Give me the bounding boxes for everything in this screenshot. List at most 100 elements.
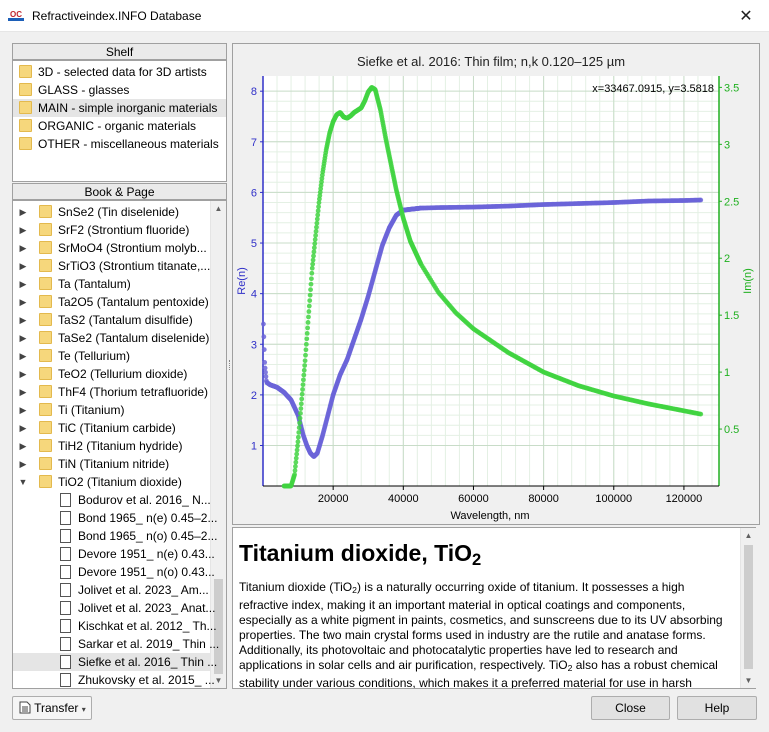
book-page-header: Book & Page xyxy=(12,183,227,200)
book-item[interactable]: ▶ Ti (Titanium) xyxy=(13,401,211,419)
book-item[interactable]: ▶ TiH2 (Titanium hydride) xyxy=(13,437,211,455)
transfer-button[interactable]: Transfer ▾ xyxy=(12,696,92,720)
book-item-label: ThF4 (Thorium tetrafluoride) xyxy=(58,385,209,399)
chevron-right-icon[interactable]: ▶ xyxy=(18,401,28,419)
document-icon xyxy=(60,601,71,615)
chevron-right-icon[interactable]: ▶ xyxy=(18,311,28,329)
chevron-right-icon[interactable]: ▶ xyxy=(18,365,28,383)
left-axis-label: Re(n) xyxy=(236,267,248,295)
splitter-grip[interactable] xyxy=(229,360,230,370)
data-point xyxy=(309,265,315,271)
page-item[interactable]: Bond 1965_ n(e) 0.45–2... xyxy=(13,509,217,527)
right-tick-label: 2 xyxy=(724,253,730,265)
book-item[interactable]: ▶ SrF2 (Strontium fluoride) xyxy=(13,221,211,239)
book-item[interactable]: ▶ Ta (Tantalum) xyxy=(13,275,211,293)
chevron-right-icon[interactable]: ▶ xyxy=(18,239,28,257)
data-point xyxy=(300,387,305,392)
page-item[interactable]: Devore 1951_ n(e) 0.43... xyxy=(13,545,215,563)
folder-icon xyxy=(39,385,52,398)
book-item[interactable]: ▶ SrTiO3 (Strontium titanate,... xyxy=(13,257,211,275)
scroll-up-icon[interactable]: ▲ xyxy=(741,528,756,543)
folder-icon xyxy=(39,331,52,344)
close-button[interactable]: Close xyxy=(591,696,670,720)
chevron-right-icon[interactable]: ▶ xyxy=(18,455,28,473)
scroll-down-icon[interactable]: ▼ xyxy=(741,673,756,688)
page-item[interactable]: Jolivet et al. 2023_ Am... xyxy=(13,581,211,599)
page-item[interactable]: Sarkar et al. 2019_ Thin ... xyxy=(13,635,219,653)
page-item[interactable]: Bodurov et al. 2016_ N... xyxy=(13,491,211,509)
book-item[interactable]: ▶ SrMoO4 (Strontium molyb... xyxy=(13,239,211,257)
folder-icon xyxy=(19,119,32,132)
data-point xyxy=(315,208,321,214)
book-item[interactable]: ▶ Ta2O5 (Tantalum pentoxide) xyxy=(13,293,211,311)
page-item-label: Jolivet et al. 2023_ Anat... xyxy=(78,601,216,615)
chevron-right-icon[interactable]: ▶ xyxy=(18,221,28,239)
folder-icon xyxy=(19,65,32,78)
book-item[interactable]: ▶ ThF4 (Thorium tetrafluoride) xyxy=(13,383,211,401)
shelf-item-label: GLASS - glasses xyxy=(38,83,130,97)
data-point xyxy=(301,372,307,378)
chevron-right-icon[interactable]: ▶ xyxy=(18,347,28,365)
book-item[interactable]: ▼ TiO2 (Titanium dioxide) xyxy=(13,473,211,491)
page-item[interactable]: Bond 1965_ n(o) 0.45–2... xyxy=(13,527,217,545)
book-item-label: TeO2 (Tellurium dioxide) xyxy=(58,367,188,381)
chevron-right-icon[interactable]: ▶ xyxy=(18,275,28,293)
chevron-right-icon[interactable]: ▶ xyxy=(18,329,28,347)
shelf-item[interactable]: GLASS - glasses xyxy=(13,81,226,99)
scrollbar-thumb[interactable] xyxy=(744,545,753,669)
left-tick-label: 8 xyxy=(251,86,257,98)
shelf-item-label: ORGANIC - organic materials xyxy=(38,119,197,133)
chevron-right-icon[interactable]: ▶ xyxy=(18,257,28,275)
page-item[interactable]: Zhukovsky et al. 2015_ ... xyxy=(13,671,215,688)
shelf-item[interactable]: 3D - selected data for 3D artists xyxy=(13,63,226,81)
book-item[interactable]: ▶ TaSe2 (Tantalum diselenide) xyxy=(13,329,211,347)
shelf-item[interactable]: ORGANIC - organic materials xyxy=(13,117,226,135)
data-point xyxy=(297,415,303,421)
data-point xyxy=(308,281,314,287)
description-scrollbar[interactable]: ▲ ▼ xyxy=(740,528,756,688)
left-tick-label: 7 xyxy=(251,137,257,149)
page-item[interactable]: Siefke et al. 2016_ Thin ... xyxy=(13,653,217,671)
book-item-label: Ta2O5 (Tantalum pentoxide) xyxy=(58,295,209,309)
shelf-item[interactable]: MAIN - simple inorganic materials xyxy=(13,99,226,117)
window-title: Refractiveindex.INFO Database xyxy=(32,9,202,23)
data-point xyxy=(302,363,308,368)
folder-icon xyxy=(39,295,52,308)
book-item-label: Ta (Tantalum) xyxy=(58,277,131,291)
book-item[interactable]: ▶ Te (Tellurium) xyxy=(13,347,211,365)
book-item[interactable]: ▶ TeO2 (Tellurium dioxide) xyxy=(13,365,211,383)
document-icon xyxy=(60,493,71,507)
data-point xyxy=(303,341,309,347)
transfer-label: Transfer xyxy=(34,701,79,715)
book-item[interactable]: ▶ TiC (Titanium carbide) xyxy=(13,419,211,437)
close-window-icon[interactable]: ✕ xyxy=(723,0,769,32)
data-point xyxy=(293,459,299,465)
chevron-right-icon[interactable]: ▶ xyxy=(18,293,28,311)
book-item[interactable]: ▶ TiN (Titanium nitride) xyxy=(13,455,211,473)
document-icon xyxy=(60,655,71,669)
page-item[interactable]: Devore 1951_ n(o) 0.43... xyxy=(13,563,215,581)
shelf-item[interactable]: OTHER - miscellaneous materials xyxy=(13,135,226,153)
chevron-right-icon[interactable]: ▶ xyxy=(18,419,28,437)
page-item[interactable]: Kischkat et al. 2012_ Th... xyxy=(13,617,217,635)
chevron-right-icon[interactable]: ▶ xyxy=(18,203,28,221)
chevron-right-icon[interactable]: ▶ xyxy=(18,383,28,401)
book-item[interactable]: ▶ TaS2 (Tantalum disulfide) xyxy=(13,311,211,329)
page-item-label: Devore 1951_ n(o) 0.43... xyxy=(78,565,215,579)
scroll-up-icon[interactable]: ▲ xyxy=(211,201,226,216)
page-item-label: Bodurov et al. 2016_ N... xyxy=(78,493,211,507)
data-point xyxy=(299,396,305,402)
book-item-label: SrMoO4 (Strontium molyb... xyxy=(58,241,207,255)
data-point xyxy=(293,464,298,469)
chevron-right-icon[interactable]: ▶ xyxy=(18,437,28,455)
data-point xyxy=(309,276,314,282)
right-tick-label: 3.5 xyxy=(724,82,739,94)
book-item[interactable]: ▶ SnSe2 (Tin diselenide) xyxy=(13,203,211,221)
page-item[interactable]: Jolivet et al. 2023_ Anat... xyxy=(13,599,215,617)
left-tick-label: 6 xyxy=(251,187,257,199)
help-button[interactable]: Help xyxy=(677,696,757,720)
document-icon xyxy=(60,511,71,525)
folder-icon xyxy=(19,137,32,150)
chevron-down-icon[interactable]: ▼ xyxy=(18,473,28,491)
book-item-label: SnSe2 (Tin diselenide) xyxy=(58,205,179,219)
